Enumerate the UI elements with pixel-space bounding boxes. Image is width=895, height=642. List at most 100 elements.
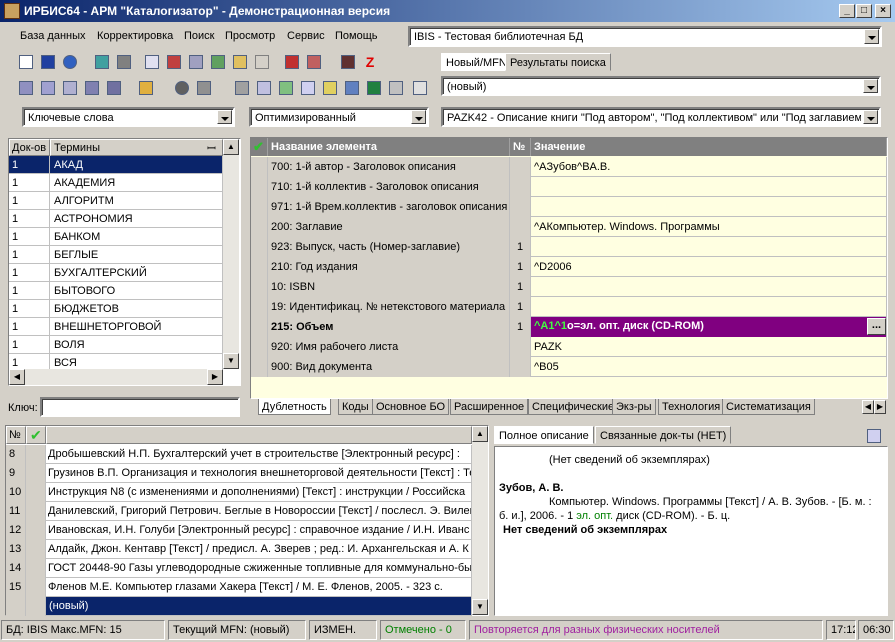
scroll-up-icon[interactable]: ▲ — [472, 426, 488, 442]
scroll-left-icon[interactable]: ◀ — [862, 400, 874, 414]
list-item[interactable]: 1 БЕГЛЫЕ — [9, 246, 223, 264]
ellipsis-button[interactable]: ... — [867, 318, 886, 335]
tab-4[interactable]: Расширенное — [450, 399, 529, 415]
list-item[interactable]: 1 ВНЕШНЕТОРГОВОЙ — [9, 318, 223, 336]
record-check[interactable] — [26, 502, 46, 521]
menu-database[interactable]: База данных — [20, 30, 86, 42]
chevron-down-icon[interactable] — [411, 110, 426, 124]
table-row[interactable]: 700: 1-й автор - Заголовок описания ^AЗуб… — [251, 157, 887, 177]
key-input[interactable] — [40, 397, 240, 417]
terms-vscroll[interactable]: ▲ ▼ — [223, 139, 239, 369]
record-check[interactable] — [26, 540, 46, 559]
table-row[interactable]: 923: Выпуск, часть (Номер-заглавие) 1 — [251, 237, 887, 257]
editor-col-no[interactable]: № — [510, 138, 531, 156]
prev-record-button[interactable] — [92, 52, 112, 72]
tool-16-button[interactable] — [386, 78, 406, 98]
scroll-down-icon[interactable]: ▼ — [472, 599, 488, 615]
tabs-scroll[interactable]: ◀ ▶ — [862, 400, 886, 414]
terms-col-docs[interactable]: Док-ов — [9, 139, 50, 156]
tab-3[interactable]: Основное БО — [372, 399, 450, 415]
list-item[interactable]: 1 АСТРОНОМИЯ — [9, 210, 223, 228]
scroll-down-icon[interactable]: ▼ — [223, 353, 239, 369]
editor-col-name[interactable]: Название элемента — [268, 138, 510, 156]
print-record-button[interactable] — [186, 52, 206, 72]
close-button[interactable]: × — [875, 4, 891, 18]
record-check[interactable] — [26, 559, 46, 578]
tool-13-button[interactable] — [320, 78, 340, 98]
field-value-input[interactable] — [531, 237, 887, 257]
tool-14-button[interactable] — [342, 78, 362, 98]
check-icon[interactable]: ✔ — [26, 426, 46, 444]
terms-col-terms[interactable]: Термины — [50, 139, 223, 156]
record-check[interactable] — [26, 578, 46, 597]
import-button[interactable] — [282, 52, 302, 72]
tab-6[interactable]: Экз-ры — [612, 399, 656, 415]
save-button[interactable] — [38, 52, 58, 72]
record-check[interactable] — [26, 597, 46, 616]
table-button[interactable] — [164, 52, 184, 72]
list-item[interactable]: 1 БЫТОВОГО — [9, 282, 223, 300]
table-row[interactable]: 10: ISBN 1 — [251, 277, 887, 297]
tab-8[interactable]: Систематизация — [722, 399, 815, 415]
tool-1-button[interactable] — [16, 78, 36, 98]
tool-10-button[interactable] — [254, 78, 274, 98]
record-check[interactable] — [26, 521, 46, 540]
tab-full-description[interactable]: Полное описание — [494, 426, 594, 444]
worksheet-select[interactable]: PAZK42 - Описание книги "Под автором", "… — [441, 107, 881, 127]
records-vscroll[interactable]: ▲ ▼ — [472, 426, 488, 615]
menu-help[interactable]: Помощь — [335, 30, 378, 42]
database-select[interactable]: IBIS - Тестовая библиотечная БД — [408, 26, 882, 47]
table-row[interactable]: 8 Дробышевский Н.П. Бухгалтерский учет в … — [6, 445, 472, 464]
new-record-button[interactable] — [16, 52, 36, 72]
table-row[interactable]: 12 Ивановская, И.Н. Голуби [Электронный р… — [6, 521, 472, 540]
record-check[interactable] — [26, 464, 46, 483]
tool-11-button[interactable] — [276, 78, 296, 98]
table-row[interactable]: 15 Фленов М.Е. Компьютер глазами Хакера [… — [6, 578, 472, 597]
field-value-input[interactable]: ^D2006 — [531, 257, 887, 277]
chevron-down-icon[interactable] — [217, 110, 232, 124]
field-value-input[interactable] — [531, 197, 887, 217]
next-record-button[interactable] — [114, 52, 134, 72]
scroll-left-icon[interactable]: ◀ — [9, 369, 25, 385]
tool-12-button[interactable] — [298, 78, 318, 98]
table-row[interactable]: 200: Заглавие ^AКомпьютер. Windows. Прогр… — [251, 217, 887, 237]
tab-7[interactable]: Технология — [658, 399, 725, 415]
tool-9-button[interactable] — [232, 78, 252, 98]
export-button[interactable] — [304, 52, 324, 72]
field-value-input[interactable]: ^AЗубов^BA.B. — [531, 157, 887, 177]
list-item[interactable]: 1 АКАД — [9, 156, 223, 174]
copy-record-button[interactable] — [142, 52, 162, 72]
z-button[interactable]: Z — [360, 52, 380, 72]
table-row[interactable]: 14 ГОСТ 20448-90 Газы углеводородные сжиж… — [6, 559, 472, 578]
chevron-down-icon[interactable] — [864, 29, 879, 44]
maximize-button[interactable]: □ — [856, 4, 872, 18]
search-type-select[interactable]: Ключевые слова — [22, 107, 235, 127]
field-value-input[interactable] — [531, 277, 887, 297]
menu-edit[interactable]: Корректировка — [97, 30, 173, 42]
list-item[interactable]: 1 АЛГОРИТМ — [9, 192, 223, 210]
record-check[interactable] — [26, 445, 46, 464]
tab-new-mfn[interactable]: Новый/MFN — [441, 53, 512, 71]
menu-search[interactable]: Поиск — [184, 30, 214, 42]
table-row[interactable]: 900: Вид документа ^B05 — [251, 357, 887, 377]
print-preview-button[interactable] — [866, 428, 884, 444]
table-row[interactable]: 215: Объем 1 ^A1^1o=эл. опт. диск (CD-ROM)… — [251, 317, 887, 337]
tool-4-button[interactable] — [82, 78, 102, 98]
tab-search-results[interactable]: Результаты поиска — [505, 53, 611, 71]
table-row[interactable]: 13 Алдайк, Джон. Кентавр [Текст] / предис… — [6, 540, 472, 559]
mfn-select[interactable]: (новый) — [441, 76, 881, 96]
list-item[interactable]: 1 ВОЛЯ — [9, 336, 223, 354]
field-value-input[interactable]: ^B05 — [531, 357, 887, 377]
tool-17-button[interactable] — [410, 78, 430, 98]
tab-1[interactable]: Дублетность — [258, 399, 331, 415]
terms-hscroll[interactable]: ◀ ▶ — [9, 369, 223, 385]
table-row[interactable]: 10 Инструкция N8 (с изменениями и дополне… — [6, 483, 472, 502]
tool-6-button[interactable] — [136, 78, 156, 98]
minimize-button[interactable]: _ — [839, 4, 855, 18]
field-value-input[interactable] — [531, 177, 887, 197]
table-row[interactable]: 710: 1-й коллектив - Заголовок описания — [251, 177, 887, 197]
table-row[interactable]: 210: Год издания 1 ^D2006 — [251, 257, 887, 277]
pin-icon[interactable]: ꟷ — [207, 141, 216, 156]
list-item[interactable]: 1 БАНКОМ — [9, 228, 223, 246]
tool-15-button[interactable] — [364, 78, 384, 98]
